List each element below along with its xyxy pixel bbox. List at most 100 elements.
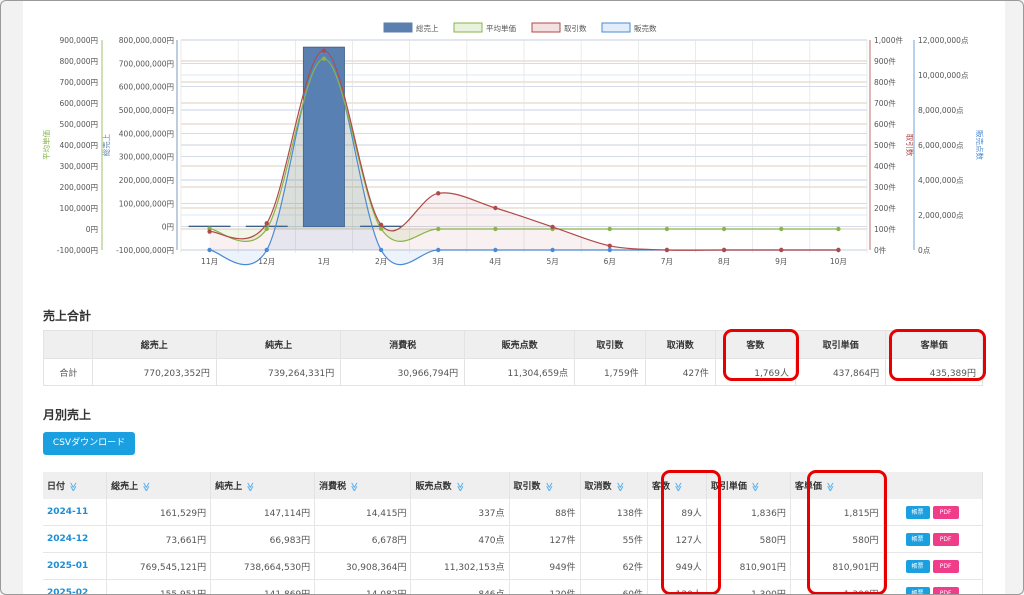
sort-chevron-icon[interactable]: ≫ (543, 482, 553, 491)
monthly-header-3[interactable]: 消費税 ≫ (314, 472, 412, 499)
trans-tick-label: 200件 (874, 203, 896, 213)
row-actions: 帳票 PDF (883, 579, 984, 594)
x-tick-label: 8月 (718, 257, 730, 266)
monthly-header-4[interactable]: 販売点数 ≫ (410, 472, 510, 499)
monthly-header-2[interactable]: 純売上 ≫ (210, 472, 316, 499)
sort-chevron-icon[interactable]: ≫ (68, 482, 78, 491)
count-tick-label: 6,000,000点 (918, 141, 964, 150)
count-point (207, 247, 212, 253)
monthly-header-6[interactable]: 取消数 ≫ (580, 472, 649, 499)
pdf-button[interactable]: PDF (932, 532, 959, 546)
monthly-header-5[interactable]: 取引数 ≫ (509, 472, 581, 499)
chart-svg: 900,000円 800,000円 700,000円 600,000円 500,000円… (41, 22, 985, 266)
sort-chevron-icon[interactable]: ≫ (750, 482, 760, 491)
sort-chevron-icon[interactable]: ≫ (141, 482, 151, 491)
monthly-cell: 147,114円 (210, 499, 316, 526)
count-point (607, 247, 612, 253)
monthly-header-label: 販売点数 (415, 482, 452, 492)
row-actions: 帳票 PDF (883, 499, 984, 526)
avg-tick-label: 600,000円 (59, 99, 98, 108)
month-link[interactable]: 2025-01 (43, 552, 108, 580)
avg-point (607, 226, 612, 232)
pdf-button[interactable]: PDF (932, 505, 959, 519)
trans-point (264, 221, 269, 226)
trans-point (550, 224, 555, 230)
row-actions: 帳票 PDF (883, 552, 984, 580)
monthly-header-0[interactable]: 日付 ≫ (43, 472, 108, 499)
monthly-header-label: 消費税 (319, 482, 347, 492)
sales-tick-label: 800,000,000円 (119, 36, 174, 45)
avg-point (493, 226, 498, 232)
monthly-cell: 30,908,364円 (314, 552, 412, 580)
trans-point (836, 247, 841, 253)
monthly-cell: 769,545,121円 (106, 552, 212, 580)
highlight-customers-monthly (661, 470, 721, 594)
legend-label: 取引数 (564, 23, 587, 33)
monthly-cell: 949件 (509, 552, 581, 580)
sort-chevron-icon[interactable]: ≫ (349, 482, 359, 491)
sort-chevron-icon[interactable]: ≫ (245, 482, 255, 491)
x-tick-label: 1月 (318, 257, 330, 266)
trans-tick-label: 600件 (874, 119, 896, 129)
pdf-button[interactable]: PDF (932, 586, 959, 594)
avg-point (836, 226, 841, 232)
monthly-cell: 120件 (509, 579, 581, 594)
month-link[interactable]: 2024-12 (43, 525, 108, 553)
trans-tick-label: 100件 (874, 224, 896, 234)
sort-chevron-icon[interactable]: ≫ (614, 482, 624, 491)
trans-tick-label: 1,000件 (874, 35, 903, 45)
legend-swatch (531, 22, 561, 33)
count-tick-label: 10,000,000点 (918, 71, 969, 80)
avg-tick-label: 500,000円 (59, 120, 98, 129)
summary-header-4: 販売点数 (464, 330, 576, 359)
trans-axis-title: 取引数 (905, 134, 915, 157)
report-button[interactable]: 帳票 (905, 532, 930, 546)
monthly-cell: 738,664,530円 (210, 552, 316, 580)
monthly-cell: 161,529円 (106, 499, 212, 526)
csv-download-button[interactable]: CSVダウンロード (43, 432, 135, 455)
avg-tick-label: 200,000円 (59, 183, 98, 192)
monthly-cell: 14,415円 (314, 499, 412, 526)
monthly-header-label: 日付 (47, 482, 66, 492)
summary-header-2: 純売上 (215, 330, 342, 359)
count-tick-label: 2,000,000点 (918, 211, 964, 220)
avg-axis-title: 平均単価 (41, 130, 51, 160)
monthly-cell: 6,678円 (314, 525, 412, 553)
count-axis-title: 販売点数 (975, 130, 985, 160)
monthly-header-10 (883, 472, 984, 499)
sort-chevron-icon[interactable]: ≫ (454, 482, 464, 491)
avg-point (664, 226, 670, 232)
trans-point (493, 205, 498, 211)
avg-tick-label: 900,000円 (59, 36, 98, 45)
sales-chart: 900,000円 800,000円 700,000円 600,000円 500,000円… (1, 1, 1023, 281)
pdf-button[interactable]: PDF (932, 559, 959, 573)
sales-tick-label: 300,000,000円 (119, 153, 174, 162)
report-button[interactable]: 帳票 (905, 559, 930, 573)
legend-label: 総売上 (416, 23, 439, 33)
count-tick-label: 0点 (918, 246, 931, 255)
monthly-header-1[interactable]: 総売上 ≫ (106, 472, 212, 499)
avg-point (264, 226, 269, 232)
monthly-cell: 88件 (509, 499, 581, 526)
avg-tick-label: 0円 (86, 225, 98, 234)
avg-tick-label: -100,000円 (57, 246, 98, 255)
report-button[interactable]: 帳票 (905, 586, 930, 594)
report-button[interactable]: 帳票 (905, 505, 930, 519)
monthly-header-label: 取消数 (584, 482, 612, 492)
count-tick-label: 8,000,000点 (918, 106, 964, 115)
summary-header-6: 取消数 (644, 330, 716, 359)
monthly-cell: 62件 (580, 552, 649, 580)
sales-axis-title: 総売上 (101, 133, 111, 156)
highlight-customers-summary (723, 329, 799, 381)
avg-point (378, 226, 384, 231)
summary-cell-0: 合計 (43, 358, 93, 386)
monthly-header-label: 総売上 (111, 482, 139, 492)
summary-cell-2: 739,264,331円 (215, 358, 342, 386)
month-link[interactable]: 2024-11 (43, 499, 108, 526)
summary-header-1: 総売上 (91, 330, 217, 359)
monthly-cell: 60件 (580, 579, 649, 594)
summary-header-5: 取引数 (574, 330, 646, 359)
trans-point (721, 247, 727, 253)
monthly-cell: 138件 (580, 499, 649, 526)
month-link[interactable]: 2025-02 (43, 579, 108, 594)
